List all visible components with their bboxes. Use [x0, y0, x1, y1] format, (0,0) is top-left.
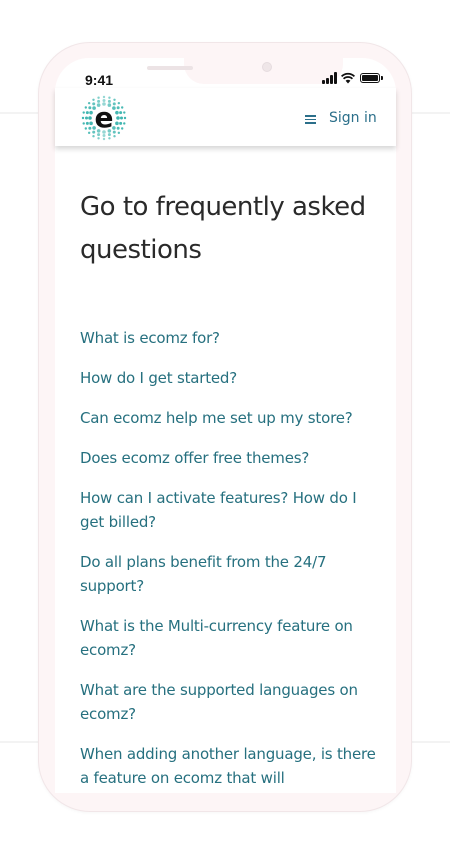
faq-link[interactable]: When adding another language, is there a… — [80, 745, 376, 787]
background-rail — [0, 112, 40, 114]
faq-link[interactable]: What is the Multi-currency feature on ec… — [80, 617, 353, 659]
list-item: How can I activate features? How do I ge… — [80, 486, 380, 534]
faq-link[interactable]: What is ecomz for? — [80, 329, 220, 347]
list-item: Can ecomz help me set up my store? — [80, 406, 380, 430]
status-time: 9:41 — [85, 72, 114, 88]
list-item: What is ecomz for? — [80, 326, 380, 350]
sign-in-link[interactable]: Sign in — [329, 110, 377, 126]
faq-link[interactable]: How do I get started? — [80, 369, 237, 387]
wifi-icon — [341, 72, 355, 84]
list-item: What is the Multi-currency feature on ec… — [80, 614, 380, 662]
phone-camera — [262, 62, 272, 72]
ecomz-logo[interactable]: e — [80, 94, 128, 142]
background-rail — [410, 741, 450, 743]
logo-letter: e — [95, 101, 114, 134]
faq-link[interactable]: What are the supported languages on ecom… — [80, 681, 358, 723]
faq-link[interactable]: How can I activate features? How do I ge… — [80, 489, 357, 531]
faq-link[interactable]: Can ecomz help me set up my store? — [80, 409, 353, 427]
faq-list: What is ecomz for? How do I get started?… — [80, 326, 380, 806]
faq-link[interactable]: Do all plans benefit from the 24/7 suppo… — [80, 553, 326, 595]
background-rail — [410, 112, 450, 114]
list-item: Do all plans benefit from the 24/7 suppo… — [80, 550, 380, 598]
background-rail — [0, 741, 40, 743]
list-item: When adding another language, is there a… — [80, 742, 380, 790]
hamburger-icon[interactable] — [305, 115, 316, 124]
faq-link[interactable]: Does ecomz offer free themes? — [80, 449, 309, 467]
signal-icon — [322, 72, 338, 84]
battery-icon — [360, 73, 383, 83]
page-title: Go to frequently asked questions — [80, 192, 366, 265]
list-item: Does ecomz offer free themes? — [80, 446, 380, 470]
phone-speaker — [147, 66, 193, 70]
list-item: What are the supported languages on ecom… — [80, 678, 380, 726]
list-item: How do I get started? — [80, 366, 380, 390]
